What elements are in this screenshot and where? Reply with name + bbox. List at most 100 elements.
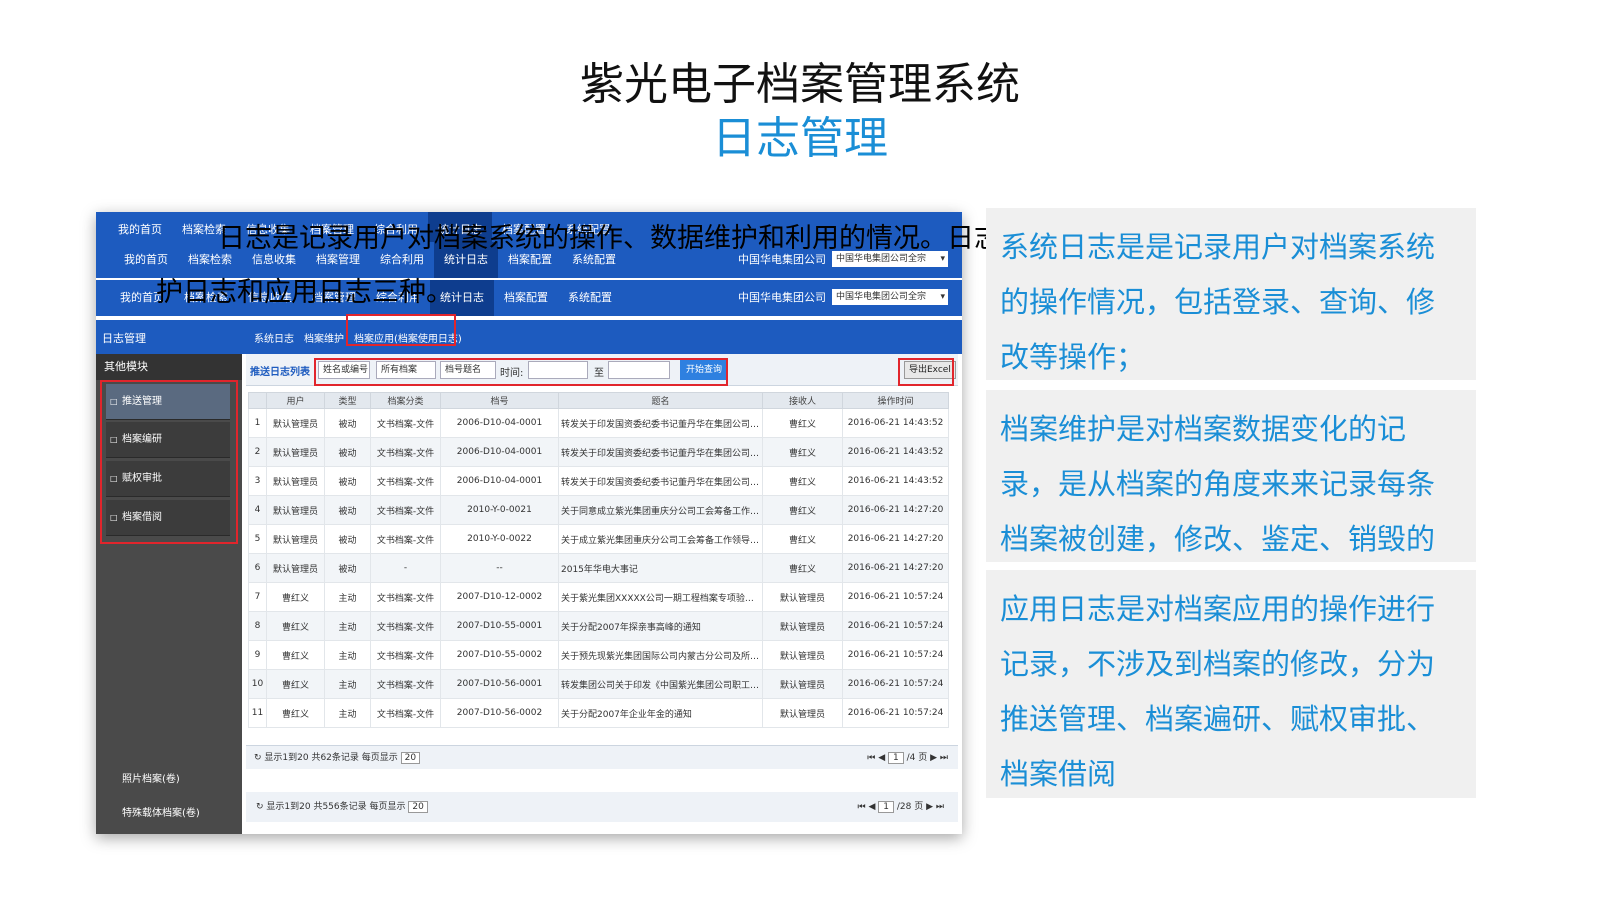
table-cell: 主动 [324,698,371,728]
back-first-page-icon[interactable]: ⏮ [857,802,865,812]
table-cell: 曹红义 [762,495,843,525]
refresh-icon[interactable]: ↻ [254,753,262,763]
table-row[interactable]: 11 曹红义 主动 文书档案-文件 2007-D10-56-0002 关于分配2007年企… [248,698,949,728]
table-row[interactable]: 7 曹红义 主动 文书档案-文件 2007-D10-12-0002 关于紫光集团XXXXX… [248,582,949,612]
table-cell: 关于紫光集团XXXXX公司一期工程档案专项验收的请示 [558,582,763,612]
table-row[interactable]: 1 默认管理员 被动 文书档案-文件 2006-D10-04-0001 转发关于印发国资委… [248,408,949,438]
table-cell: 主动 [324,669,371,699]
first-page-icon[interactable]: ⏮ [867,753,875,763]
page-input[interactable]: 1 [887,752,904,764]
back-total-pages: /28 页 [896,802,924,812]
pager-controls: ⏮ ◀ 1 /4 页 ▶ ⏭ [867,746,948,770]
table-cell: 默认管理员 [762,640,843,670]
table-cell: 2007-D10-55-0001 [440,611,559,641]
tab-system-log[interactable]: 系统日志 [254,330,294,345]
table-cell: 2006-D10-04-0001 [440,437,559,467]
last-page-icon[interactable]: ⏭ [940,753,948,763]
table-row[interactable]: 2 默认管理员 被动 文书档案-文件 2006-D10-04-0001 转发关于印发国资委… [248,437,949,467]
nav3-item-system[interactable]: 系统配置 [558,280,622,316]
table-cell: 2015年华电大事记 [558,553,763,583]
next-page-icon[interactable]: ▶ [930,753,937,763]
back-next-page-icon[interactable]: ▶ [926,802,933,812]
table-cell: 默认管理员 [762,698,843,728]
table-row[interactable]: 6 默认管理员 被动 - -- 2015年华电大事记 曹红义 2016-06-21 14:27… [248,553,949,583]
table-cell: 曹红义 [266,611,325,641]
col-archive-no[interactable]: 档号 [440,392,559,409]
table-cell: 3 [248,466,267,496]
intro-line-2: 护日志和应用日志三种。 [156,277,453,308]
nav3-item-config[interactable]: 档案配置 [494,280,558,316]
total-pages: /4 页 [906,753,928,763]
table-row[interactable]: 10 曹红义 主动 文书档案-文件 2007-D10-56-0001 转发集团公司关于印发… [248,669,949,699]
main-panel: 推送日志列表 姓名或编号 所有档案 档号题名 时间: 至 开始查询 导出Exce… [246,354,958,769]
sidebar-item-photo[interactable]: 照片档案(卷) [106,770,180,785]
table-cell: 2016-06-21 14:43:52 [842,408,949,438]
refresh-icon-back[interactable]: ↻ [256,802,264,812]
table-cell: 文书档案-文件 [370,669,441,699]
table-cell: 7 [248,582,267,612]
table-header-row: 用户 类型 档案分类 档号 题名 接收人 操作时间 [248,392,949,409]
table-cell: 被动 [324,437,371,467]
highlight-search [314,358,728,386]
back-prev-page-icon[interactable]: ◀ [868,802,875,812]
table-cell: 关于成立紫光集团重庆分公司工会筹备工作领导小组的... [558,524,763,554]
table-cell: 11 [248,698,267,728]
table-row[interactable]: 4 默认管理员 被动 文书档案-文件 2010-Y-0-0021 关于同意成立紫光集团重庆… [248,495,949,525]
table-cell: 关于预先现紫光集团国际公司内蒙古分公司及所辖项目... [558,640,763,670]
table-cell: 曹红义 [266,582,325,612]
col-category[interactable]: 档案分类 [370,392,441,409]
tab-archive-maintenance[interactable]: 档案维护 [304,330,344,345]
col-index [248,392,267,409]
section-title: 日志管理 [102,332,146,345]
table-cell: 曹红义 [266,640,325,670]
table-cell: 被动 [324,495,371,525]
log-table: 用户 类型 档案分类 档号 题名 接收人 操作时间 1 默认管理员 被动 文书档案-文… [248,392,949,728]
table-cell: 主动 [324,582,371,612]
table-cell: 2010-Y-0-0021 [440,495,559,525]
page-size-select[interactable]: 20 [400,752,421,764]
col-receiver[interactable]: 接收人 [762,392,843,409]
col-time[interactable]: 操作时间 [842,392,949,409]
company-select-front[interactable]: 中国华电集团公司全宗 [832,289,948,305]
table-cell: 默认管理员 [266,524,325,554]
table-cell: 曹红义 [762,437,843,467]
table-cell: 1 [248,408,267,438]
sidebar-item-special[interactable]: 特殊载体档案(卷) [106,804,200,819]
table-row[interactable]: 5 默认管理员 被动 文书档案-文件 2010-Y-0-0022 关于成立紫光集团重庆分公… [248,524,949,554]
table-cell: 默认管理员 [266,437,325,467]
table-cell: 文书档案-文件 [370,582,441,612]
table-row[interactable]: 8 曹红义 主动 文书档案-文件 2007-D10-55-0001 关于分配2007年探亲… [248,611,949,641]
company-label-front: 中国华电集团公司 [738,291,826,304]
table-row[interactable]: 9 曹红义 主动 文书档案-文件 2007-D10-55-0002 关于预先现紫光集团国际… [248,640,949,670]
table-cell: 2016-06-21 14:27:20 [842,553,949,583]
table-cell: 曹红义 [762,524,843,554]
table-cell: 2016-06-21 10:57:24 [842,611,949,641]
table-cell: 曹红义 [762,553,843,583]
table-cell: 2016-06-21 10:57:24 [842,669,949,699]
col-title[interactable]: 题名 [558,392,763,409]
col-user[interactable]: 用户 [266,392,325,409]
table-cell: 2007-D10-55-0002 [440,640,559,670]
table-cell: 2016-06-21 10:57:24 [842,698,949,728]
back-page-size[interactable]: 20 [408,801,428,813]
sidebar-header: 其他模块 [96,354,242,380]
col-type[interactable]: 类型 [324,392,371,409]
table-cell: 文书档案-文件 [370,611,441,641]
highlight-tab [346,314,456,346]
panel-application-log: 应用日志是对档案应用的操作进行记录，不涉及到档案的修改，分为推送管理、档案遍研、… [986,570,1476,798]
back-page-input[interactable]: 1 [878,801,894,813]
table-cell: 默认管理员 [762,611,843,641]
panel-archive-maintenance: 档案维护是对档案数据变化的记录，是从档案的角度来来记录每条档案被创建，修改、鉴定… [986,390,1476,611]
table-cell: 默认管理员 [762,582,843,612]
table-cell: 被动 [324,408,371,438]
table-cell: 6 [248,553,267,583]
table-cell: 文书档案-文件 [370,437,441,467]
table-row[interactable]: 3 默认管理员 被动 文书档案-文件 2006-D10-04-0001 转发关于印发国资委… [248,466,949,496]
table-cell: 默认管理员 [266,408,325,438]
back-last-page-icon[interactable]: ⏭ [936,802,944,812]
table-cell: 2006-D10-04-0001 [440,408,559,438]
panel-system-log: 系统日志是是记录用户对档案系统的操作情况，包括登录、查询、修改等操作； [986,208,1476,380]
table-cell: -- [440,553,559,583]
table-cell: 默认管理员 [762,669,843,699]
prev-page-icon[interactable]: ◀ [878,753,885,763]
